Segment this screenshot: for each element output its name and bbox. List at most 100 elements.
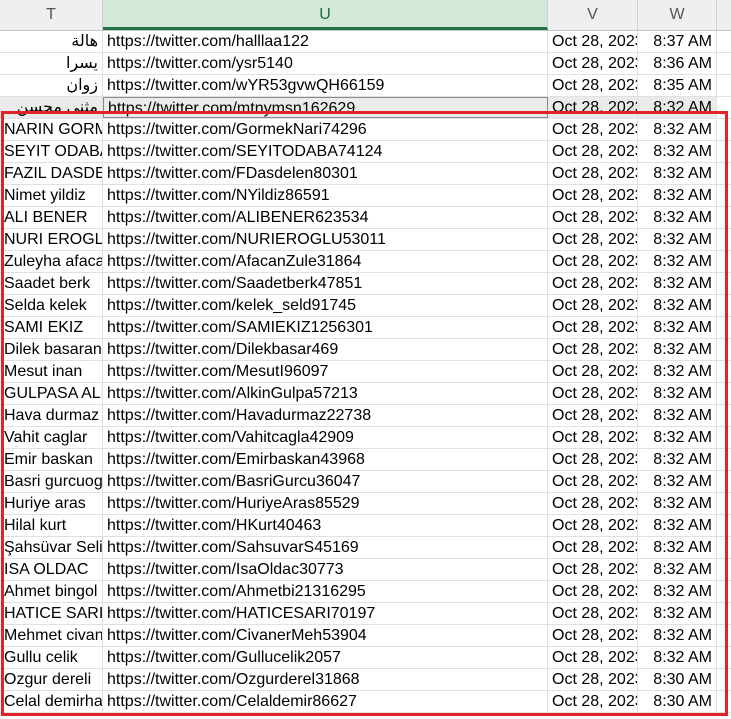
cell-name[interactable]: Emir baskan xyxy=(0,449,103,470)
cell-url[interactable]: https://twitter.com/CivanerMeh53904 xyxy=(103,625,548,646)
cell-name[interactable]: ISA OLDAC xyxy=(0,559,103,580)
cell-date[interactable]: Oct 28, 2023 xyxy=(548,537,638,558)
cell-name[interactable]: Vahit caglar xyxy=(0,427,103,448)
cell-time[interactable]: 8:36 AM xyxy=(638,53,717,74)
cell-url[interactable]: https://twitter.com/wYR53gvwQH66159 xyxy=(103,75,548,96)
cell-url[interactable]: https://twitter.com/AlkinGulpa57213 xyxy=(103,383,548,404)
cell-date[interactable]: Oct 28, 2023 xyxy=(548,603,638,624)
cell-date[interactable]: Oct 28, 2023 xyxy=(548,515,638,536)
column-header-w[interactable]: W xyxy=(638,0,717,30)
cell-url[interactable]: https://twitter.com/NURIEROGLU53011 xyxy=(103,229,548,250)
cell-url[interactable]: https://twitter.com/FDasdelen80301 xyxy=(103,163,548,184)
cell-time[interactable]: 8:37 AM xyxy=(638,31,717,52)
cell-url[interactable]: https://twitter.com/Ozgurderel31868 xyxy=(103,669,548,690)
cell-date[interactable]: Oct 28, 2023 xyxy=(548,647,638,668)
cell-time[interactable]: 8:32 AM xyxy=(638,317,717,338)
cell-url[interactable]: https://twitter.com/GormekNari74296 xyxy=(103,119,548,140)
cell-time[interactable]: 8:32 AM xyxy=(638,163,717,184)
cell-date[interactable]: Oct 28, 2023 xyxy=(548,383,638,404)
column-header-v[interactable]: V xyxy=(548,0,638,30)
cell-date[interactable]: Oct 28, 2023 xyxy=(548,317,638,338)
cell-date[interactable]: Oct 28, 2023 xyxy=(548,669,638,690)
cell-date[interactable]: Oct 28, 2023 xyxy=(548,625,638,646)
cell-date[interactable]: Oct 28, 2023 xyxy=(548,295,638,316)
column-header-t[interactable]: T xyxy=(0,0,103,30)
cell-time[interactable]: 8:32 AM xyxy=(638,383,717,404)
cell-time[interactable]: 8:32 AM xyxy=(638,603,717,624)
cell-time[interactable]: 8:32 AM xyxy=(638,185,717,206)
cell-url[interactable]: https://twitter.com/SAMIEKIZ1256301 xyxy=(103,317,548,338)
cell-time[interactable]: 8:32 AM xyxy=(638,647,717,668)
column-header-u[interactable]: U xyxy=(103,0,548,30)
cell-date[interactable]: Oct 28, 2023 xyxy=(548,163,638,184)
cell-name[interactable]: SEYIT ODABASI xyxy=(0,141,103,162)
cell-time[interactable]: 8:32 AM xyxy=(638,207,717,228)
cell-url[interactable]: https://twitter.com/Vahitcagla42909 xyxy=(103,427,548,448)
cell-name[interactable]: Gullu celik xyxy=(0,647,103,668)
cell-time[interactable]: 8:30 AM xyxy=(638,691,717,712)
cell-name[interactable]: زوان xyxy=(0,75,103,96)
cell-time[interactable]: 8:32 AM xyxy=(638,119,717,140)
cell-date[interactable]: Oct 28, 2023 xyxy=(548,273,638,294)
cell-date[interactable]: Oct 28, 2023 xyxy=(548,251,638,272)
cell-date[interactable]: Oct 28, 2023 xyxy=(548,493,638,514)
cell-url[interactable]: https://twitter.com/AfacanZule31864 xyxy=(103,251,548,272)
cell-time[interactable]: 8:32 AM xyxy=(638,97,717,118)
cell-date[interactable]: Oct 28, 2023 xyxy=(548,53,638,74)
cell-time[interactable]: 8:32 AM xyxy=(638,295,717,316)
cell-time[interactable]: 8:32 AM xyxy=(638,449,717,470)
cell-date[interactable]: Oct 28, 2023 xyxy=(548,339,638,360)
cell-name[interactable]: Ozgur dereli xyxy=(0,669,103,690)
cell-name[interactable]: Saadet berk xyxy=(0,273,103,294)
cell-date[interactable]: Oct 28, 2023 xyxy=(548,581,638,602)
cell-name[interactable]: Mesut inan xyxy=(0,361,103,382)
cell-name[interactable]: Ahmet bingol xyxy=(0,581,103,602)
cell-url[interactable]: https://twitter.com/Ahmetbi21316295 xyxy=(103,581,548,602)
cell-name[interactable]: يسرا xyxy=(0,53,103,74)
cell-url[interactable]: https://twitter.com/Havadurmaz22738 xyxy=(103,405,548,426)
cell-time[interactable]: 8:32 AM xyxy=(638,339,717,360)
cell-name[interactable]: FAZIL DASDELEN xyxy=(0,163,103,184)
cell-time[interactable]: 8:32 AM xyxy=(638,141,717,162)
cell-url[interactable]: https://twitter.com/ysr5140 xyxy=(103,53,548,74)
cell-name[interactable]: SAMI EKIZ xyxy=(0,317,103,338)
cell-date[interactable]: Oct 28, 2023 xyxy=(548,691,638,712)
cell-url[interactable]: https://twitter.com/HuriyeAras85529 xyxy=(103,493,548,514)
cell-time[interactable]: 8:32 AM xyxy=(638,251,717,272)
cell-url[interactable]: https://twitter.com/SahsuvarS45169 xyxy=(103,537,548,558)
cell-url[interactable]: https://twitter.com/HKurt40463 xyxy=(103,515,548,536)
cell-name[interactable]: GULPASA ALKIN xyxy=(0,383,103,404)
cell-date[interactable]: Oct 28, 2023 xyxy=(548,229,638,250)
cell-url[interactable]: https://twitter.com/ALIBENER623534 xyxy=(103,207,548,228)
cell-date[interactable]: Oct 28, 2023 xyxy=(548,75,638,96)
cell-time[interactable]: 8:32 AM xyxy=(638,427,717,448)
cell-date[interactable]: Oct 28, 2023 xyxy=(548,361,638,382)
cell-url[interactable]: https://twitter.com/Celaldemir86627 xyxy=(103,691,548,712)
cell-url[interactable]: https://twitter.com/Gullucelik2057 xyxy=(103,647,548,668)
cell-url[interactable]: https://twitter.com/BasriGurcu36047 xyxy=(103,471,548,492)
cell-name[interactable]: Basri gurcuoglu xyxy=(0,471,103,492)
cell-url[interactable]: https://twitter.com/halllaa122 xyxy=(103,31,548,52)
cell-date[interactable]: Oct 28, 2023 xyxy=(548,449,638,470)
cell-time[interactable]: 8:32 AM xyxy=(638,229,717,250)
cell-name[interactable]: هالة xyxy=(0,31,103,52)
cell-date[interactable]: Oct 28, 2023 xyxy=(548,471,638,492)
cell-url[interactable]: https://twitter.com/SEYITODABA74124 xyxy=(103,141,548,162)
cell-time[interactable]: 8:32 AM xyxy=(638,515,717,536)
cell-url[interactable]: https://twitter.com/HATICESARI70197 xyxy=(103,603,548,624)
cell-time[interactable]: 8:32 AM xyxy=(638,361,717,382)
cell-name[interactable]: Zuleyha afacan xyxy=(0,251,103,272)
cell-name[interactable]: Hava durmaz xyxy=(0,405,103,426)
cell-date[interactable]: Oct 28, 2023 xyxy=(548,119,638,140)
cell-time[interactable]: 8:32 AM xyxy=(638,493,717,514)
cell-name[interactable]: HATICE SARIYER xyxy=(0,603,103,624)
cell-time[interactable]: 8:30 AM xyxy=(638,669,717,690)
cell-time[interactable]: 8:32 AM xyxy=(638,471,717,492)
cell-name[interactable]: Hilal kurt xyxy=(0,515,103,536)
cell-name[interactable]: NURI EROGLU xyxy=(0,229,103,250)
cell-time[interactable]: 8:32 AM xyxy=(638,559,717,580)
cell-date[interactable]: Oct 28, 2023 xyxy=(548,207,638,228)
cell-date[interactable]: Oct 28, 2023 xyxy=(548,405,638,426)
cell-name[interactable]: Nimet yildiz xyxy=(0,185,103,206)
cell-date[interactable]: Oct 28, 2023 xyxy=(548,31,638,52)
